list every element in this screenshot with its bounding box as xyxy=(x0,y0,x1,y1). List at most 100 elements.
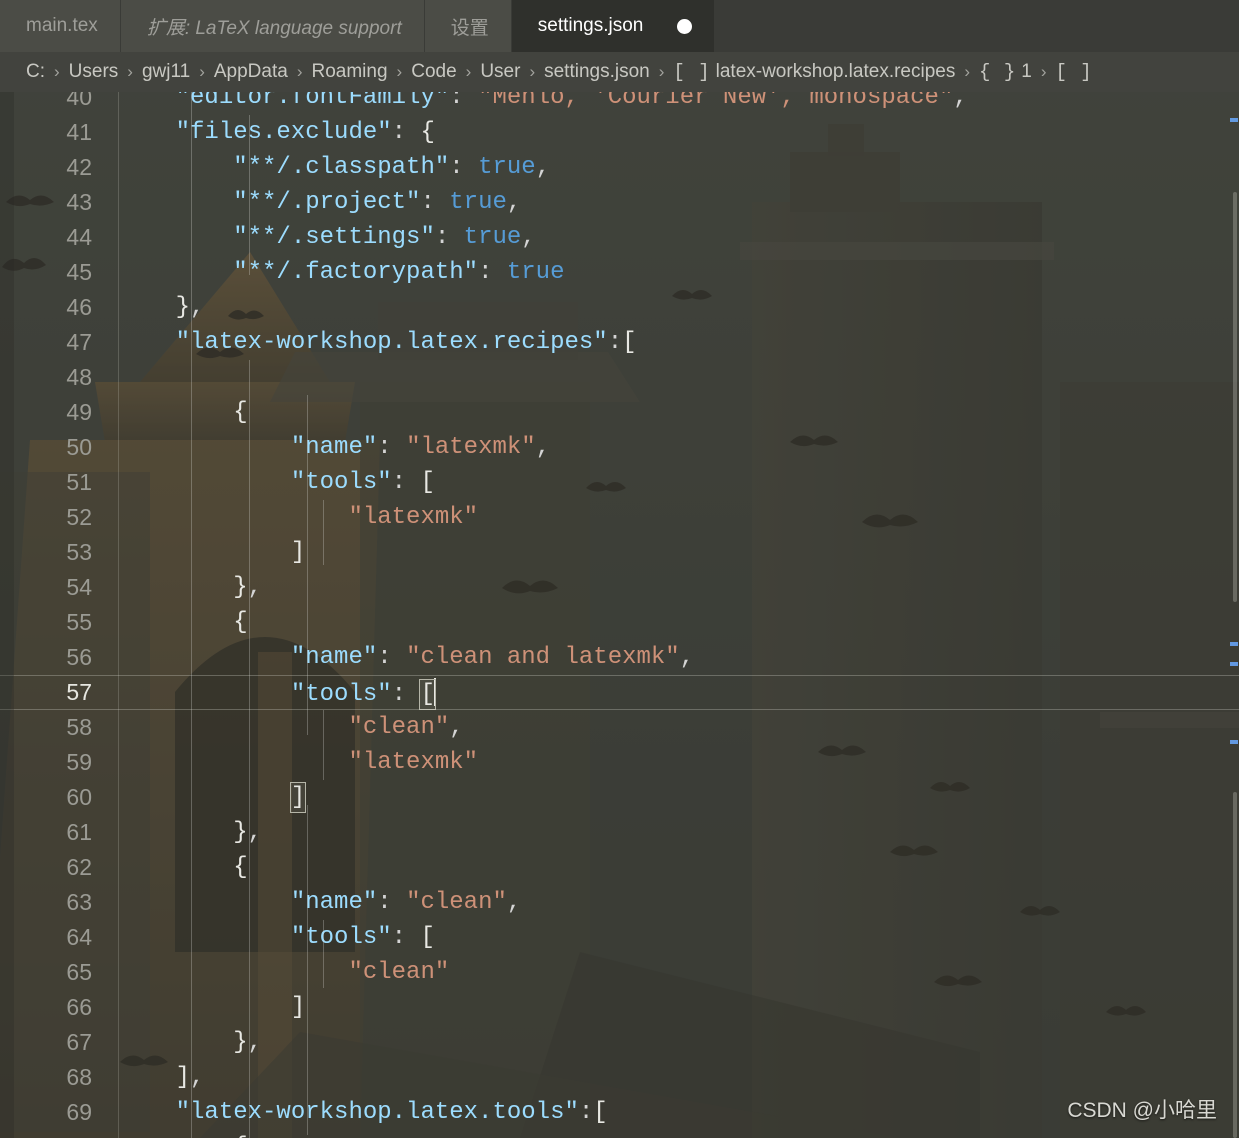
breadcrumb-item-index-1[interactable]: 1 xyxy=(1021,61,1032,83)
line-number: 46 xyxy=(66,294,92,320)
line-number: 47 xyxy=(66,329,92,355)
breadcrumb-item-appdata[interactable]: AppData xyxy=(214,61,288,83)
code-line[interactable]: 59 "latexmk" xyxy=(0,745,1239,780)
line-number: 52 xyxy=(66,504,92,530)
editor-left-strip xyxy=(0,92,14,1138)
line-content: }, xyxy=(233,574,263,601)
line-content: "**/.settings": true, xyxy=(233,224,536,251)
ruler-change-mark xyxy=(1230,662,1238,666)
line-content: "latex-workshop.latex.recipes":[ xyxy=(175,329,637,356)
line-content: "editor.fontFamily": "Menlo, 'Courier Ne… xyxy=(175,92,968,111)
line-number: 41 xyxy=(66,119,92,145)
overview-ruler[interactable] xyxy=(1225,92,1239,1138)
breadcrumb: C: › Users › gwj11 › AppData › Roaming ›… xyxy=(0,52,1239,92)
line-number: 45 xyxy=(66,259,92,285)
line-content: { xyxy=(233,399,248,426)
line-number: 42 xyxy=(66,154,92,180)
line-content: "name": "latexmk", xyxy=(290,434,551,461)
line-number: 51 xyxy=(66,469,92,495)
ruler-change-mark xyxy=(1230,740,1238,744)
line-number: 65 xyxy=(66,959,92,985)
breadcrumb-item-code[interactable]: Code xyxy=(411,61,456,83)
code-line[interactable]: 58 "clean", xyxy=(0,710,1239,745)
breadcrumb-separator-icon: › xyxy=(54,62,60,81)
code-line[interactable]: 69 "latex-workshop.latex.tools":[ xyxy=(0,1095,1239,1130)
breadcrumb-separator-icon: › xyxy=(396,62,403,81)
line-content: "tools": [ xyxy=(290,924,435,951)
code-line[interactable]: 56 "name": "clean and latexmk", xyxy=(0,640,1239,675)
breadcrumb-separator-icon: › xyxy=(1040,62,1047,81)
line-content: }, xyxy=(233,1029,263,1056)
code-line[interactable]: 50 "name": "latexmk", xyxy=(0,430,1239,465)
code-line[interactable]: 48 xyxy=(0,360,1239,395)
array-symbol-icon: [ ] xyxy=(1055,61,1093,83)
tab-latex-extension[interactable]: 扩展: LaTeX language support xyxy=(120,0,425,52)
breadcrumb-item-users[interactable]: Users xyxy=(69,61,119,83)
line-number: 54 xyxy=(66,574,92,600)
vertical-scrollbar-thumb xyxy=(1233,792,1237,1138)
code-line[interactable]: 65 "clean" xyxy=(0,955,1239,990)
ruler-change-mark xyxy=(1230,118,1238,122)
line-number: 58 xyxy=(66,714,92,740)
code-line[interactable]: 44 "**/.settings": true, xyxy=(0,220,1239,255)
breadcrumb-separator-icon: › xyxy=(658,62,665,81)
code-line[interactable]: 40 "editor.fontFamily": "Menlo, 'Courier… xyxy=(0,92,1239,115)
breadcrumb-separator-icon: › xyxy=(199,62,205,81)
code-line[interactable]: 60 ] xyxy=(0,780,1239,815)
line-content: { xyxy=(233,854,248,881)
tab-settings-json[interactable]: settings.json xyxy=(511,0,716,52)
code-line[interactable]: 52 "latexmk" xyxy=(0,500,1239,535)
code-line[interactable]: 61 }, xyxy=(0,815,1239,850)
breadcrumb-item-recipes[interactable]: latex-workshop.latex.recipes xyxy=(716,61,956,83)
code-line[interactable]: 64 "tools": [ xyxy=(0,920,1239,955)
line-content: "clean" xyxy=(348,959,450,986)
code-line[interactable]: 43 "**/.project": true, xyxy=(0,185,1239,220)
line-content: "**/.project": true, xyxy=(233,189,522,216)
code-line[interactable]: 41 "files.exclude": { xyxy=(0,115,1239,150)
line-number: 49 xyxy=(66,399,92,425)
code-line[interactable]: 54 }, xyxy=(0,570,1239,605)
line-number: 43 xyxy=(66,189,92,215)
code-line[interactable]: 63 "name": "clean", xyxy=(0,885,1239,920)
code-line[interactable]: 46 }, xyxy=(0,290,1239,325)
line-content: "tools": [ xyxy=(118,677,1239,710)
code-line[interactable]: 55 { xyxy=(0,605,1239,640)
matching-bracket-close: ] xyxy=(289,782,307,813)
tab-main-tex[interactable]: main.tex xyxy=(0,0,121,52)
breadcrumb-separator-icon: › xyxy=(127,62,133,81)
breadcrumb-separator-icon: › xyxy=(529,62,536,81)
unsaved-dot-icon[interactable] xyxy=(677,18,693,34)
gutter-divider xyxy=(118,92,119,1138)
tab-settings-ui[interactable]: 设置 xyxy=(424,0,512,52)
breadcrumb-item-drive[interactable]: C: xyxy=(26,61,45,83)
code-line-current[interactable]: 57 "tools": [ xyxy=(0,675,1239,710)
breadcrumb-item-gwj11[interactable]: gwj11 xyxy=(142,61,190,83)
code-line[interactable]: 49 { xyxy=(0,395,1239,430)
line-content: { xyxy=(118,1134,1239,1138)
line-content: "files.exclude": { xyxy=(175,119,435,146)
line-content: "latexmk" xyxy=(348,504,479,531)
vscode-window: main.tex 扩展: LaTeX language support 设置 s… xyxy=(0,0,1239,1138)
code-line[interactable]: 62 { xyxy=(0,850,1239,885)
array-symbol-icon: [ ] xyxy=(673,61,711,83)
code-line[interactable]: 47 "latex-workshop.latex.recipes":[ xyxy=(0,325,1239,360)
code-line[interactable]: 66 ] xyxy=(0,990,1239,1025)
breadcrumb-item-roaming[interactable]: Roaming xyxy=(312,61,388,83)
code-line[interactable]: 45 "**/.factorypath": true xyxy=(0,255,1239,290)
code-line[interactable]: 53 ] xyxy=(0,535,1239,570)
code-line[interactable]: 42 "**/.classpath": true, xyxy=(0,150,1239,185)
csdn-watermark: CSDN @小哈里 xyxy=(1067,1099,1217,1122)
code-line[interactable]: 67 }, xyxy=(0,1025,1239,1060)
code-line[interactable]: 51 "tools": [ xyxy=(0,465,1239,500)
line-content: ] xyxy=(290,539,306,566)
line-content: "name": "clean", xyxy=(290,889,522,916)
code-line[interactable]: 70 { xyxy=(0,1130,1239,1138)
breadcrumb-item-user[interactable]: User xyxy=(480,61,520,83)
code-line[interactable]: 68 ], xyxy=(0,1060,1239,1095)
breadcrumb-item-settings-json[interactable]: settings.json xyxy=(544,61,650,83)
line-number: 70 xyxy=(0,1134,118,1138)
line-content: ], xyxy=(175,1064,205,1091)
code-editor[interactable]: 40 "editor.fontFamily": "Menlo, 'Courier… xyxy=(0,92,1239,1138)
code-viewport: 40 "editor.fontFamily": "Menlo, 'Courier… xyxy=(0,92,1239,1138)
breadcrumb-separator-icon: › xyxy=(465,62,472,81)
